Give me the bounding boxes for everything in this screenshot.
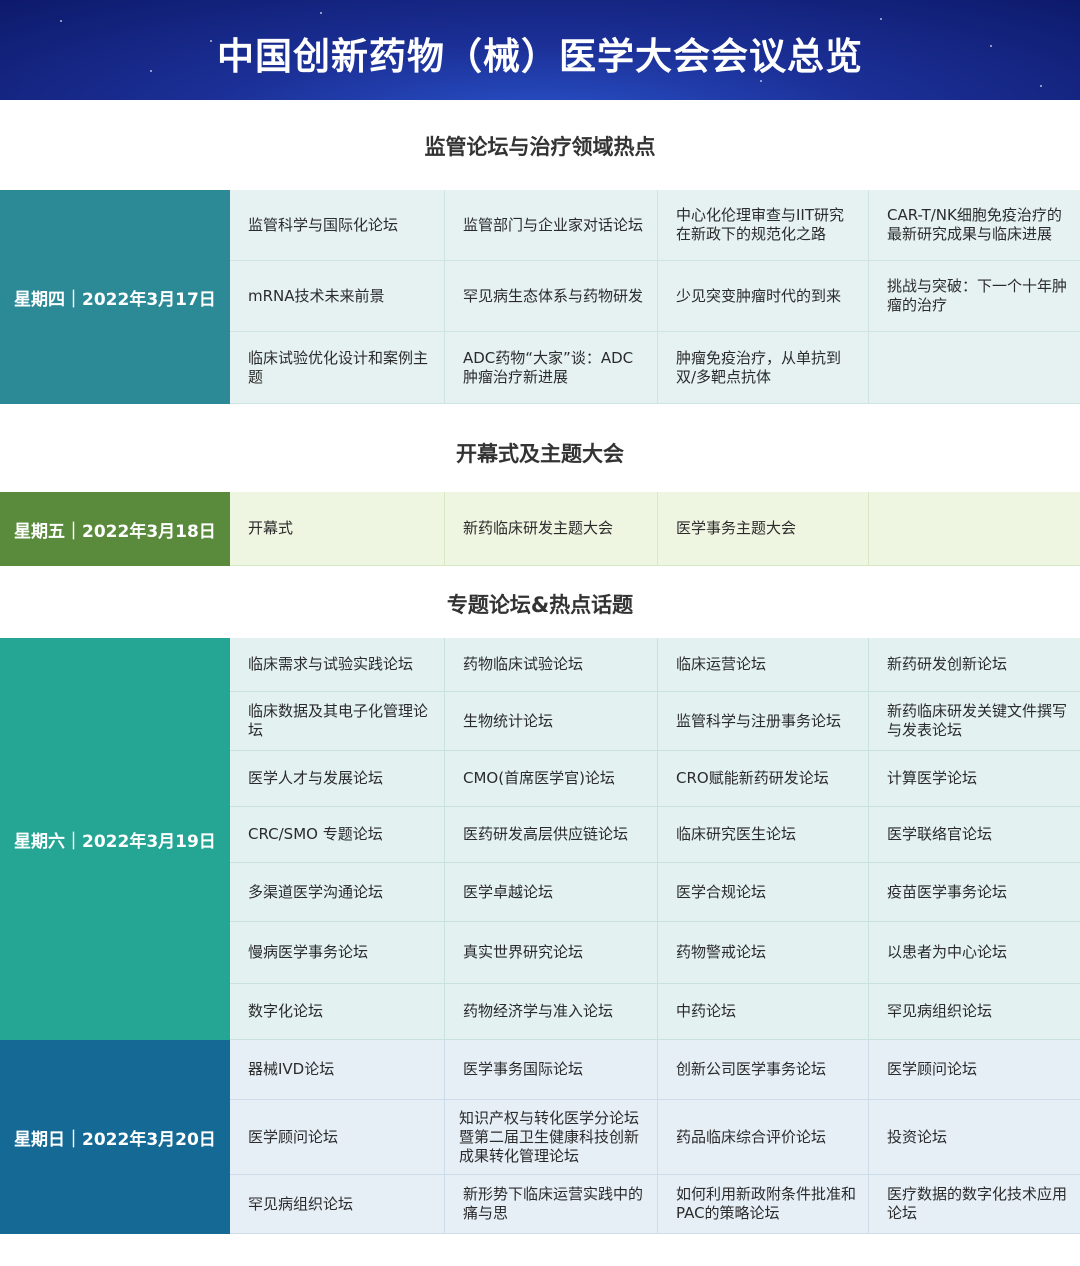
session-cell: 医学顾问论坛 [230, 1100, 445, 1175]
session-cell: 罕见病组织论坛 [230, 1175, 445, 1234]
page-title: 中国创新药物（械）医学大会会议总览 [217, 35, 863, 78]
schedule-block-sunday: 星期日｜2022年3月20日 器械IVD论坛 医学事务国际论坛 创新公司医学事务… [0, 1040, 1080, 1234]
session-grid-thursday: 监管科学与国际化论坛 监管部门与企业家对话论坛 中心化伦理审查与IIT研究在新政… [230, 190, 1080, 404]
day-label-thursday: 星期四｜2022年3月17日 [0, 190, 230, 404]
session-cell: 监管科学与注册事务论坛 [658, 692, 869, 751]
session-grid-saturday: 临床需求与试验实践论坛 药物临床试验论坛 临床运营论坛 新药研发创新论坛 临床数… [230, 638, 1080, 1040]
section-heading-regulatory: 监管论坛与治疗领域热点 [424, 135, 656, 159]
session-grid-sunday: 器械IVD论坛 医学事务国际论坛 创新公司医学事务论坛 医学顾问论坛 医学顾问论… [230, 1040, 1080, 1234]
session-cell: 挑战与突破：下一个十年肿瘤的治疗 [869, 261, 1080, 332]
session-cell: 肿瘤免疫治疗，从单抗到双/多靶点抗体 [658, 332, 869, 404]
session-cell: 新形势下临床运营实践中的痛与思 [445, 1175, 658, 1234]
session-cell: 临床试验优化设计和案例主题 [230, 332, 445, 404]
session-cell: 以患者为中心论坛 [869, 922, 1080, 984]
session-cell: 监管科学与国际化论坛 [230, 190, 445, 261]
session-cell: 疫苗医学事务论坛 [869, 863, 1080, 922]
session-cell: 新药研发创新论坛 [869, 638, 1080, 692]
session-cell: 医学卓越论坛 [445, 863, 658, 922]
session-cell: 医学合规论坛 [658, 863, 869, 922]
session-cell: 投资论坛 [869, 1100, 1080, 1175]
session-cell: ADC药物“大家”谈：ADC肿瘤治疗新进展 [445, 332, 658, 404]
day-label-friday: 星期五｜2022年3月18日 [0, 492, 230, 566]
session-cell: 生物统计论坛 [445, 692, 658, 751]
session-cell: 如何利用新政附条件批准和PAC的策略论坛 [658, 1175, 869, 1234]
banner: 中国创新药物（械）医学大会会议总览 [0, 0, 1080, 100]
session-cell: 创新公司医学事务论坛 [658, 1040, 869, 1100]
session-cell: 临床运营论坛 [658, 638, 869, 692]
session-cell: 中药论坛 [658, 984, 869, 1040]
session-cell: CAR-T/NK细胞免疫治疗的最新研究成果与临床进展 [869, 190, 1080, 261]
session-cell: 中心化伦理审查与IIT研究在新政下的规范化之路 [658, 190, 869, 261]
session-cell: 医学顾问论坛 [869, 1040, 1080, 1100]
star-decoration [320, 12, 322, 14]
session-cell: 多渠道医学沟通论坛 [230, 863, 445, 922]
session-cell: 新药临床研发关键文件撰写与发表论坛 [869, 692, 1080, 751]
session-cell: 真实世界研究论坛 [445, 922, 658, 984]
schedule-block-thursday: 星期四｜2022年3月17日 监管科学与国际化论坛 监管部门与企业家对话论坛 中… [0, 190, 1080, 404]
session-cell: 医药研发高层供应链论坛 [445, 807, 658, 863]
session-cell: mRNA技术未来前景 [230, 261, 445, 332]
session-cell: 罕见病生态体系与药物研发 [445, 261, 658, 332]
session-cell: 医学事务主题大会 [658, 492, 869, 566]
session-cell: 药物警戒论坛 [658, 922, 869, 984]
day-label-sunday: 星期日｜2022年3月20日 [0, 1040, 230, 1234]
session-cell: 慢病医学事务论坛 [230, 922, 445, 984]
session-cell: 知识产权与转化医学分论坛暨第二届卫生健康科技创新成果转化管理论坛 [445, 1100, 658, 1175]
session-cell: CMO(首席医学官)论坛 [445, 751, 658, 807]
session-cell: 医学人才与发展论坛 [230, 751, 445, 807]
session-cell: CRC/SMO 专题论坛 [230, 807, 445, 863]
session-cell: 器械IVD论坛 [230, 1040, 445, 1100]
section-heading-topics: 专题论坛&热点话题 [446, 593, 634, 617]
session-cell: 临床数据及其电子化管理论坛 [230, 692, 445, 751]
session-cell: 开幕式 [230, 492, 445, 566]
session-cell: 医疗数据的数字化技术应用论坛 [869, 1175, 1080, 1234]
star-decoration [880, 18, 882, 20]
day-label-saturday: 星期六｜2022年3月19日 [0, 638, 230, 1040]
session-cell: 临床需求与试验实践论坛 [230, 638, 445, 692]
session-grid-friday: 开幕式 新药临床研发主题大会 医学事务主题大会 [230, 492, 1080, 566]
session-cell-empty [869, 332, 1080, 404]
schedule-block-saturday: 星期六｜2022年3月19日 临床需求与试验实践论坛 药物临床试验论坛 临床运营… [0, 638, 1080, 1040]
session-cell: 少见突变肿瘤时代的到来 [658, 261, 869, 332]
session-cell: 新药临床研发主题大会 [445, 492, 658, 566]
session-cell-empty [869, 492, 1080, 566]
star-decoration [1040, 85, 1042, 87]
session-cell: 监管部门与企业家对话论坛 [445, 190, 658, 261]
session-cell: 罕见病组织论坛 [869, 984, 1080, 1040]
session-cell: CRO赋能新药研发论坛 [658, 751, 869, 807]
session-cell: 医学联络官论坛 [869, 807, 1080, 863]
session-cell: 药品临床综合评价论坛 [658, 1100, 869, 1175]
schedule-block-friday: 星期五｜2022年3月18日 开幕式 新药临床研发主题大会 医学事务主题大会 [0, 492, 1080, 566]
star-decoration [760, 80, 762, 82]
section-heading-opening: 开幕式及主题大会 [456, 442, 624, 466]
star-decoration [60, 20, 62, 22]
session-cell: 计算医学论坛 [869, 751, 1080, 807]
session-cell: 数字化论坛 [230, 984, 445, 1040]
session-cell: 医学事务国际论坛 [445, 1040, 658, 1100]
session-cell: 药物临床试验论坛 [445, 638, 658, 692]
session-cell: 药物经济学与准入论坛 [445, 984, 658, 1040]
session-cell: 临床研究医生论坛 [658, 807, 869, 863]
